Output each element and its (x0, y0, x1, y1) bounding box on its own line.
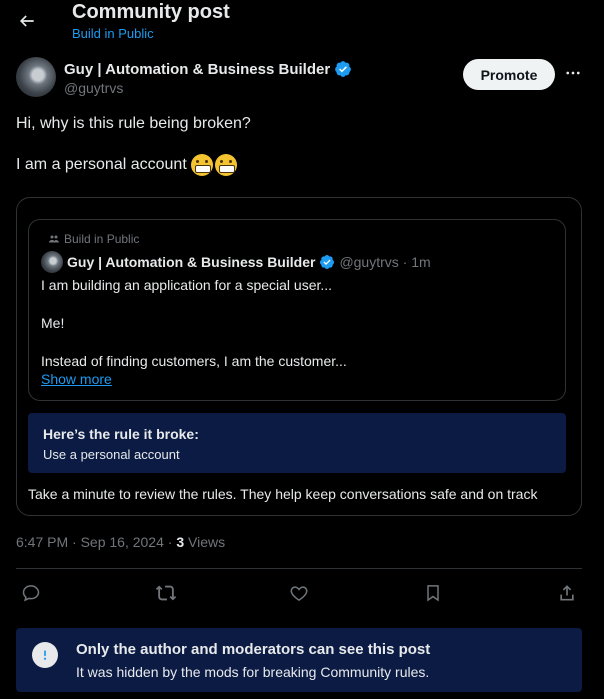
quoted-author-handle: @guytrvs · 1m (339, 254, 431, 270)
review-rules-text: Take a minute to review the rules. They … (28, 486, 538, 502)
post-body: Hi, why is this rule being broken? I am … (16, 114, 586, 196)
rule-text: Use a personal account (43, 447, 180, 462)
promote-button[interactable]: Promote (463, 59, 555, 90)
author-name-row[interactable]: Guy | Automation & Business Builder (64, 60, 352, 78)
author-handle[interactable]: @guytrvs (64, 80, 123, 96)
back-arrow-icon[interactable] (14, 8, 40, 34)
quoted-community: Build in Public (48, 232, 139, 246)
people-icon (49, 235, 59, 243)
views-count: 3 (176, 534, 185, 550)
quoted-body: I am building an application for a speci… (41, 276, 551, 390)
post-line: I am a personal account (16, 154, 586, 176)
quoted-author-name: Guy | Automation & Business Builder (67, 254, 316, 270)
post-actions (16, 578, 582, 608)
community-link[interactable]: Build in Public (72, 26, 154, 41)
hidden-post-banner: Only the author and moderators can see t… (16, 628, 582, 692)
avatar[interactable] (16, 57, 56, 97)
divider (16, 568, 582, 569)
post-line: Hi, why is this rule being broken? (16, 115, 251, 132)
rule-title: Here’s the rule it broke: (43, 426, 199, 442)
grimacing-face-emoji-icon (214, 154, 237, 176)
banner-description: It was hidden by the mods for breaking C… (76, 664, 430, 680)
post-author: Guy | Automation & Business Builder @guy… (16, 57, 588, 101)
repost-icon[interactable] (153, 580, 179, 606)
quoted-line: Instead of finding customers, I am the c… (41, 353, 347, 369)
more-options-icon[interactable] (563, 63, 583, 83)
quoted-post[interactable]: Build in Public Guy | Automation & Busin… (28, 219, 566, 401)
banner-title: Only the author and moderators can see t… (76, 641, 431, 658)
author-name[interactable]: Guy | Automation & Business Builder (64, 61, 330, 78)
grimacing-face-emoji-icon (190, 154, 213, 176)
verified-badge-icon (320, 255, 335, 269)
page-title: Community post (72, 1, 230, 23)
page-header: Community post Build in Public (0, 0, 604, 44)
post-timestamp: 6:47 PM · Sep 16, 2024 · 3 Views (16, 534, 226, 550)
verified-badge-icon (335, 61, 352, 77)
avatar (41, 251, 63, 273)
quoted-author: Guy | Automation & Business Builder @guy… (41, 251, 431, 273)
show-more-link[interactable]: Show more (41, 371, 112, 387)
rule-violation-card: Build in Public Guy | Automation & Busin… (16, 197, 582, 516)
bookmark-icon[interactable] (420, 580, 446, 606)
like-icon[interactable] (286, 580, 312, 606)
quoted-line: Me! (41, 315, 65, 331)
broken-rule-box: Here’s the rule it broke: Use a personal… (28, 413, 566, 473)
share-icon[interactable] (554, 580, 580, 606)
info-icon (32, 642, 58, 668)
quoted-line: I am building an application for a speci… (41, 277, 333, 293)
reply-icon[interactable] (18, 580, 44, 606)
